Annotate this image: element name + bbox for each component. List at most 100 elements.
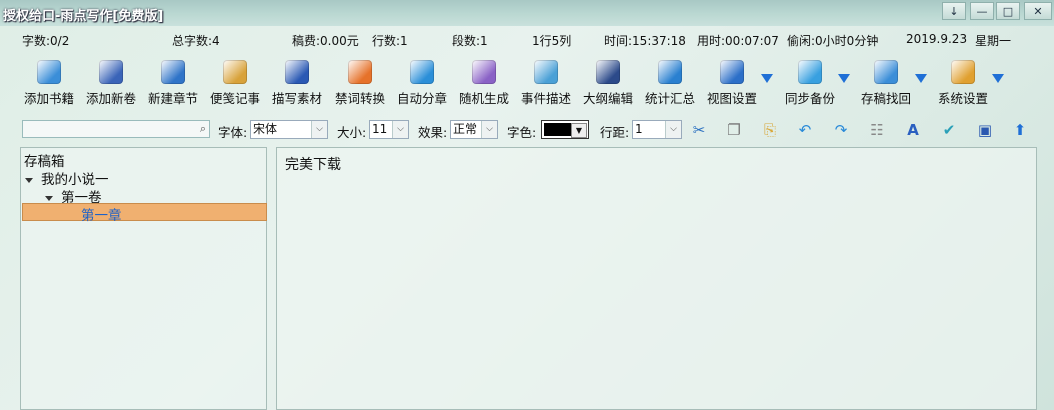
main-toolbar: 添加书籍 添加新卷 新建章节 便笺记事 描写素材 禁词转换 自动分章 随机生成 事件描述 大纲编辑… xyxy=(0,60,1054,110)
window-icon xyxy=(720,60,744,84)
add-book-icon xyxy=(37,60,61,84)
toolbar-label: 存稿找回 xyxy=(860,91,911,106)
toolbar-button-14[interactable]: 存稿找回 xyxy=(855,60,917,108)
toolbar-label: 大纲编辑 xyxy=(582,91,633,106)
toolbar-label: 新建章节 xyxy=(147,91,198,106)
pin-button[interactable]: ↓ xyxy=(942,2,966,20)
text-color-picker[interactable]: ▼ xyxy=(541,120,589,139)
toolbar-button-5[interactable]: 描写素材 xyxy=(266,60,328,108)
dropdown-arrow-icon[interactable] xyxy=(838,74,850,83)
toolbar-button-9[interactable]: 事件描述 xyxy=(515,60,577,108)
cut-icon[interactable]: ✂ xyxy=(689,120,709,140)
undo-icon xyxy=(348,60,372,84)
dropdown-arrow-icon[interactable] xyxy=(992,74,1004,83)
expand-icon[interactable] xyxy=(45,195,53,201)
elapsed-time: 用时:00:07:07 xyxy=(697,34,779,48)
size-value: 11 xyxy=(372,122,388,136)
weekday: 星期一 xyxy=(975,34,1012,48)
fee: 稿费:0.00元 xyxy=(292,34,359,48)
format-toolbar: ⌕ 字体: 宋体 ⌵ 大小: 11 ⌵ 效果: 正常 ⌵ 字色: ▼ 行距: 1… xyxy=(0,118,1054,142)
text-editor[interactable]: 完美下载 xyxy=(276,147,1037,410)
effect-select[interactable]: 正常 ⌵ xyxy=(450,120,498,139)
paste-icon[interactable]: ⎘ xyxy=(760,120,780,140)
new-chapter-icon xyxy=(161,60,185,84)
toolbar-button-1[interactable]: 添加书籍 xyxy=(18,60,80,108)
toolbar-button-6[interactable]: 禁词转换 xyxy=(329,60,391,108)
paragraph-count: 段数:1 xyxy=(452,34,488,48)
toolbar-label: 自动分章 xyxy=(396,91,447,106)
chevron-down-icon: ⌵ xyxy=(481,121,497,138)
effect-value: 正常 xyxy=(453,122,478,136)
undo-icon[interactable]: ↶ xyxy=(795,120,815,140)
spacing-select[interactable]: 1 ⌵ xyxy=(632,120,682,139)
font-icon[interactable]: A xyxy=(903,120,923,140)
dropdown-arrow-icon[interactable] xyxy=(915,74,927,83)
toolbar-label: 视图设置 xyxy=(706,91,757,106)
draft-tree: 存稿箱 我的小说一 第一卷 第一章 xyxy=(20,147,267,410)
line-count: 行数:1 xyxy=(372,34,408,48)
dropdown-arrow-icon[interactable] xyxy=(761,74,773,83)
toolbar-label: 描写素材 xyxy=(271,91,322,106)
tree-book[interactable]: 我的小说一 xyxy=(25,168,109,188)
window-title: 授权给口-雨点写作[免费版] xyxy=(3,9,164,24)
toolbar-button-3[interactable]: 新建章节 xyxy=(142,60,204,108)
toolbar-label: 添加新卷 xyxy=(85,91,136,106)
copy-icon[interactable]: ❐ xyxy=(724,120,744,140)
save-icon[interactable]: ▣ xyxy=(975,120,995,140)
minimize-button[interactable]: — xyxy=(970,2,994,20)
cursor-position: 1行5列 xyxy=(532,34,572,48)
toolbar-label: 随机生成 xyxy=(458,91,509,106)
chevron-down-icon: ▼ xyxy=(571,123,587,138)
title-bar: 授权给口-雨点写作[免费版] ↓ — □ ✕ xyxy=(0,0,1054,26)
search-icon: ⌕ xyxy=(199,122,206,135)
tree-root[interactable]: 存稿箱 xyxy=(24,150,65,170)
chevron-down-icon: ⌵ xyxy=(392,121,408,138)
toolbar-button-7[interactable]: 自动分章 xyxy=(391,60,453,108)
toolbar-button-11[interactable]: 统计汇总 xyxy=(639,60,701,108)
spacing-label: 行距: xyxy=(600,125,630,140)
size-select[interactable]: 11 ⌵ xyxy=(369,120,409,139)
color-label: 字色: xyxy=(507,125,537,140)
spacing-value: 1 xyxy=(635,122,643,136)
gear-icon xyxy=(951,60,975,84)
toolbar-button-4[interactable]: 便笺记事 xyxy=(204,60,266,108)
tree-chapter[interactable]: 第一章 xyxy=(22,203,267,224)
document-icon[interactable]: ☷ xyxy=(867,120,887,140)
toolbar-label: 添加书籍 xyxy=(23,91,74,106)
folder-icon xyxy=(534,60,558,84)
add-volume-icon xyxy=(99,60,123,84)
cloud-icon xyxy=(798,60,822,84)
total-char-count: 总字数:4 xyxy=(172,34,220,48)
search-input[interactable]: ⌕ xyxy=(22,120,210,138)
material-book-icon xyxy=(285,60,309,84)
text-stats-icon xyxy=(658,60,682,84)
status-bar: 字数:0/2 总字数:4 稿费:0.00元 行数:1 段数:1 1行5列 时间:… xyxy=(0,32,1054,48)
toolbar-button-8[interactable]: 随机生成 xyxy=(453,60,515,108)
toolbar-label: 便笺记事 xyxy=(209,91,260,106)
redo-icon[interactable]: ↷ xyxy=(831,120,851,140)
close-button[interactable]: ✕ xyxy=(1024,2,1052,20)
toolbar-button-12[interactable]: 视图设置 xyxy=(701,60,763,108)
char-count: 字数:0/2 xyxy=(22,34,70,48)
chapter-label: 第一章 xyxy=(81,208,122,224)
toolbar-button-2[interactable]: 添加新卷 xyxy=(80,60,142,108)
toolbar-button-15[interactable]: 系统设置 xyxy=(932,60,994,108)
upload-icon[interactable]: ⬆ xyxy=(1010,120,1030,140)
size-label: 大小: xyxy=(337,125,367,140)
clock: 时间:15:37:18 xyxy=(604,34,686,48)
expand-icon[interactable] xyxy=(25,177,33,183)
clock-folder-icon xyxy=(874,60,898,84)
note-icon xyxy=(223,60,247,84)
idle-time: 偷闲:0小时0分钟 xyxy=(787,34,879,48)
check-icon[interactable]: ✔ xyxy=(939,120,959,140)
font-select[interactable]: 宋体 ⌵ xyxy=(250,120,328,139)
toolbar-label: 事件描述 xyxy=(520,91,571,106)
editor-content: 完美下载 xyxy=(285,157,341,173)
toolbar-label: 统计汇总 xyxy=(644,91,695,106)
toolbar-button-10[interactable]: 大纲编辑 xyxy=(577,60,639,108)
date: 2019.9.23 xyxy=(906,32,968,46)
chevron-down-icon: ⌵ xyxy=(665,121,681,138)
toolbar-button-13[interactable]: 同步备份 xyxy=(779,60,841,108)
split-icon xyxy=(410,60,434,84)
maximize-button[interactable]: □ xyxy=(996,2,1020,20)
